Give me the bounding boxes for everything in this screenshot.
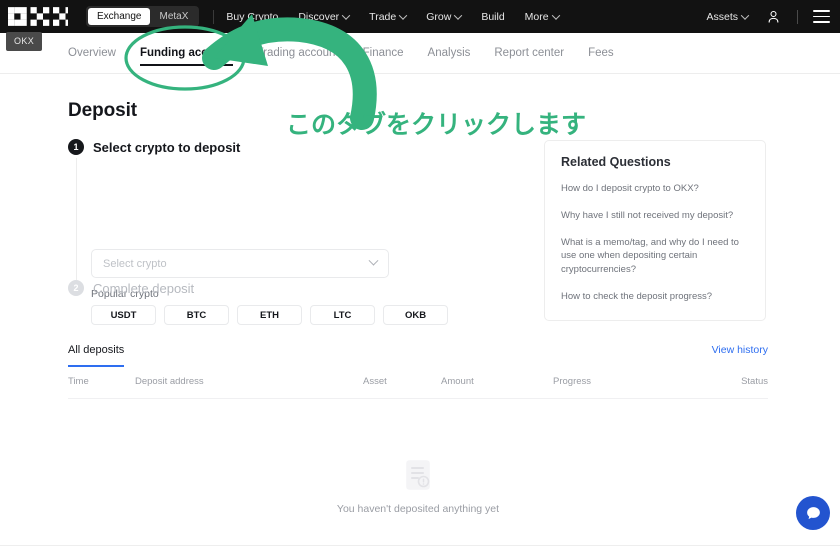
- sidebar-item-analysis[interactable]: Analysis: [428, 33, 471, 73]
- crypto-chip-btc[interactable]: BTC: [164, 305, 229, 325]
- nav-link-label: Trade: [369, 10, 397, 23]
- page-title: Deposit: [68, 100, 137, 121]
- nav-divider: [797, 9, 798, 24]
- column-header-asset: Asset: [363, 376, 387, 387]
- step-1-badge: 1: [68, 139, 84, 155]
- related-question-item[interactable]: How do I deposit crypto to OKX?: [561, 182, 749, 196]
- sidebar-item-trading-account[interactable]: Trading account: [257, 33, 339, 73]
- related-questions-card: Related Questions How do I deposit crypt…: [544, 140, 766, 321]
- deposits-table-header: Time Deposit address Asset Amount Progre…: [68, 374, 768, 399]
- nav-link-discover[interactable]: Discover: [298, 10, 351, 23]
- nav-right-group: Assets: [706, 9, 840, 24]
- segment-exchange[interactable]: Exchange: [88, 8, 151, 25]
- nav-link-label: More: [524, 10, 549, 23]
- nav-link-assets[interactable]: Assets: [706, 10, 750, 23]
- column-header-progress: Progress: [553, 376, 592, 387]
- related-question-item[interactable]: How to check the deposit progress?: [561, 290, 749, 304]
- sidebar-item-finance[interactable]: Finance: [363, 33, 404, 73]
- sidebar-item-overview[interactable]: Overview: [68, 33, 116, 73]
- okx-logo[interactable]: [8, 7, 68, 26]
- person-icon[interactable]: [766, 9, 781, 24]
- top-navigation-bar: Exchange MetaX Buy Crypto Discover Trade…: [0, 0, 840, 33]
- account-subnav: Overview Funding account Trading account…: [0, 33, 840, 74]
- select-crypto-placeholder: Select crypto: [103, 257, 167, 270]
- sidebar-item-funding-account[interactable]: Funding account: [139, 33, 233, 73]
- column-header-amount: Amount: [441, 376, 474, 387]
- nav-link-label: Assets: [706, 10, 738, 23]
- hamburger-menu-icon[interactable]: [813, 10, 830, 23]
- chevron-down-icon: [740, 10, 750, 20]
- chevron-down-icon: [368, 255, 379, 266]
- sidebar-item-fees[interactable]: Fees: [588, 33, 614, 73]
- chevron-down-icon: [398, 10, 408, 20]
- popular-crypto-chips: USDT BTC ETH LTC OKB: [91, 305, 448, 325]
- deposits-header-row: All deposits View history: [68, 344, 768, 367]
- related-questions-title: Related Questions: [561, 155, 671, 169]
- chat-bubble-icon: [806, 506, 820, 519]
- chevron-down-icon: [341, 10, 351, 20]
- primary-nav-links: Buy Crypto Discover Trade Grow Build Mor…: [226, 10, 560, 23]
- nav-link-more[interactable]: More: [524, 10, 560, 23]
- product-switcher[interactable]: Exchange MetaX: [86, 6, 200, 27]
- empty-state-text: You haven't deposited anything yet: [336, 503, 500, 515]
- nav-link-grow[interactable]: Grow: [426, 10, 463, 23]
- view-history-link[interactable]: View history: [712, 344, 768, 356]
- crypto-chip-usdt[interactable]: USDT: [91, 305, 156, 325]
- step-2-label: Complete deposit: [93, 280, 195, 296]
- select-crypto-input[interactable]: Select crypto: [91, 249, 389, 278]
- column-header-status: Status: [741, 376, 768, 387]
- step-connector-line: [75, 158, 77, 280]
- crypto-chip-eth[interactable]: ETH: [237, 305, 302, 325]
- nav-divider: [213, 9, 215, 24]
- chat-support-button[interactable]: [796, 496, 830, 530]
- deposits-section: All deposits View history Time Deposit a…: [68, 344, 768, 515]
- segment-metax[interactable]: MetaX: [150, 8, 197, 25]
- nav-link-buy-crypto[interactable]: Buy Crypto: [226, 11, 278, 23]
- nav-link-label: Buy Crypto: [226, 10, 279, 23]
- nav-link-label: Grow: [426, 10, 452, 23]
- chevron-down-icon: [454, 10, 463, 20]
- nav-link-label: Discover: [298, 10, 340, 23]
- sidebar-item-report-center[interactable]: Report center: [494, 33, 564, 73]
- okx-deposit-page: Exchange MetaX Buy Crypto Discover Trade…: [0, 0, 840, 560]
- crypto-chip-ltc[interactable]: LTC: [310, 305, 375, 325]
- related-question-item[interactable]: Why have I still not received my deposit…: [561, 209, 749, 223]
- annotation-text: このタブをクリックします: [286, 111, 587, 139]
- empty-document-icon: [406, 460, 430, 490]
- nav-link-trade[interactable]: Trade: [369, 10, 408, 23]
- chevron-down-icon: [551, 10, 560, 20]
- step-1-label: Select crypto to deposit: [93, 139, 241, 155]
- step-2-complete-deposit: 2 Complete deposit: [68, 280, 194, 296]
- related-question-item[interactable]: What is a memo/tag, and why do I need to…: [561, 236, 749, 277]
- tab-all-deposits[interactable]: All deposits: [68, 344, 125, 367]
- crypto-chip-okb[interactable]: OKB: [383, 305, 448, 325]
- deposits-empty-state: You haven't deposited anything yet: [68, 459, 768, 515]
- below-fold-area: [0, 546, 840, 560]
- nav-link-build[interactable]: Build: [481, 11, 504, 23]
- nav-link-label: Build: [481, 10, 505, 23]
- step-2-badge: 2: [68, 280, 84, 296]
- okx-logo-tooltip: OKX: [6, 32, 43, 51]
- column-header-deposit-address: Deposit address: [135, 376, 204, 387]
- column-header-time: Time: [68, 376, 89, 387]
- step-1-select-crypto: 1 Select crypto to deposit: [68, 139, 240, 155]
